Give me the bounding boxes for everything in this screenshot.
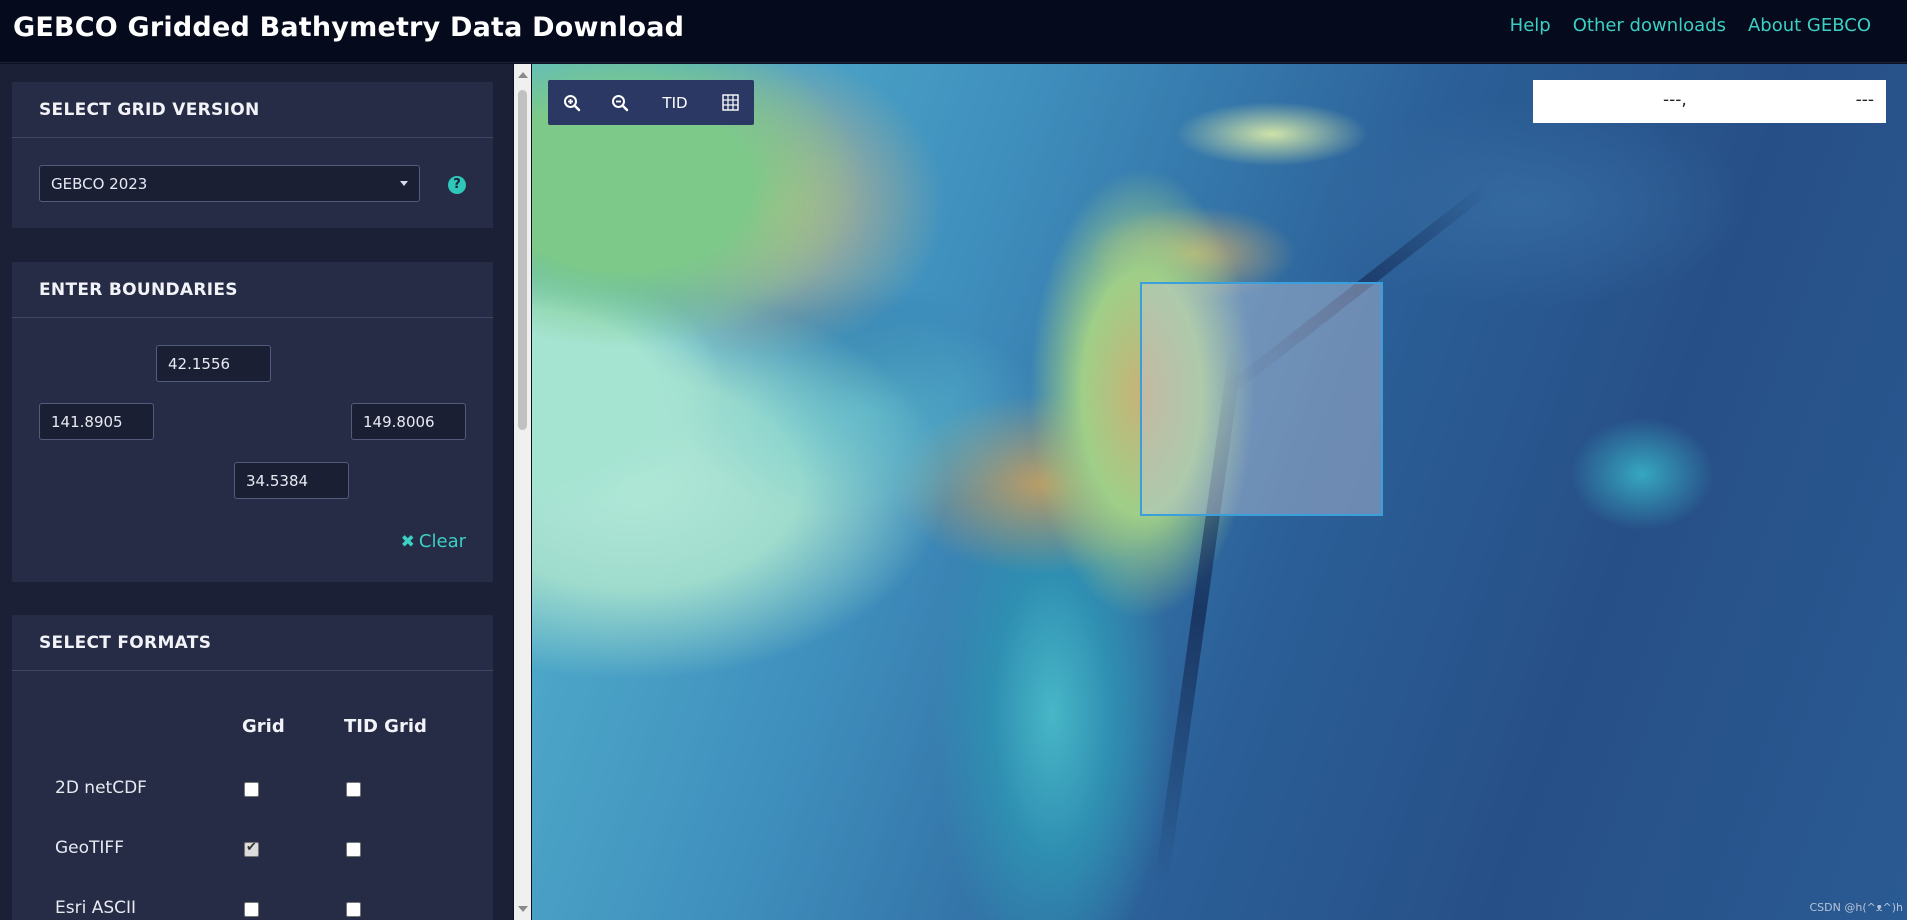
coordinate-readout: ---, --- [1533, 80, 1886, 123]
south-input[interactable]: 34.5384 [234, 462, 349, 499]
boundaries-heading: ENTER BOUNDARIES [12, 262, 493, 318]
column-grid-header: Grid [242, 716, 285, 737]
geotiff-grid-checkbox[interactable] [244, 840, 259, 857]
grid-version-select[interactable]: GEBCO 2023 [39, 165, 420, 202]
column-tid-grid-header: TID Grid [344, 716, 427, 737]
esri-grid-checkbox[interactable] [244, 902, 259, 917]
clear-label: Clear [418, 531, 466, 552]
esri-tid-checkbox[interactable] [346, 902, 361, 917]
app-title: GEBCO Gridded Bathymetry Data Download [13, 12, 685, 43]
scroll-down-arrow[interactable] [518, 906, 528, 912]
geotiff-tid-checkbox[interactable] [346, 842, 361, 857]
chevron-down-icon [400, 181, 408, 186]
help-icon[interactable]: ? [448, 176, 466, 194]
nav-help-link[interactable]: Help [1510, 15, 1551, 36]
format-label-netcdf: 2D netCDF [55, 778, 147, 798]
sidebar: SELECT GRID VERSION GEBCO 2023 ? ENTER B… [0, 64, 513, 920]
selection-rectangle[interactable] [1140, 282, 1383, 516]
close-icon: ✖ [400, 531, 415, 552]
grid-version-value: GEBCO 2023 [51, 174, 148, 193]
zoom-out-button[interactable] [596, 80, 644, 125]
nav-other-downloads-link[interactable]: Other downloads [1573, 15, 1726, 36]
format-label-geotiff: GeoTIFF [55, 838, 124, 858]
boundaries-panel: ENTER BOUNDARIES 42.1556 141.8905 149.80… [12, 262, 493, 582]
map-toolbar: TID [548, 80, 754, 125]
clear-button[interactable]: ✖ Clear [401, 531, 466, 552]
format-label-esri-ascii: Esri ASCII [55, 898, 137, 918]
grid-toggle-button[interactable] [706, 80, 754, 125]
netcdf-tid-checkbox[interactable] [346, 782, 361, 797]
netcdf-grid-checkbox[interactable] [244, 782, 259, 797]
west-input[interactable]: 141.8905 [39, 403, 154, 440]
grid-icon [721, 94, 739, 111]
zoom-in-icon [564, 94, 581, 111]
formats-panel: SELECT FORMATS Grid TID Grid 2D netCDF G… [12, 615, 493, 920]
top-navbar: GEBCO Gridded Bathymetry Data Download H… [0, 0, 1907, 63]
zoom-out-icon [612, 94, 629, 111]
sidebar-scrollbar[interactable] [514, 64, 531, 920]
watermark: CSDN @h(^ᴥ^)h [1809, 901, 1904, 914]
readout-latitude: ---, [1663, 90, 1687, 110]
scroll-thumb[interactable] [518, 90, 527, 430]
scroll-up-arrow[interactable] [518, 72, 528, 78]
tid-toggle-button[interactable]: TID [644, 80, 706, 125]
bathymetry-map[interactable]: TID ---, --- CSDN @h(^ᴥ^)h [532, 64, 1907, 920]
east-input[interactable]: 149.8006 [351, 403, 466, 440]
nav-links: Help Other downloads About GEBCO [1510, 15, 1871, 36]
grid-version-panel: SELECT GRID VERSION GEBCO 2023 ? [12, 82, 493, 228]
grid-version-heading: SELECT GRID VERSION [12, 82, 493, 138]
formats-heading: SELECT FORMATS [12, 615, 493, 671]
nav-about-link[interactable]: About GEBCO [1748, 15, 1871, 36]
north-input[interactable]: 42.1556 [156, 345, 271, 382]
zoom-in-button[interactable] [548, 80, 596, 125]
readout-longitude: --- [1855, 90, 1874, 110]
